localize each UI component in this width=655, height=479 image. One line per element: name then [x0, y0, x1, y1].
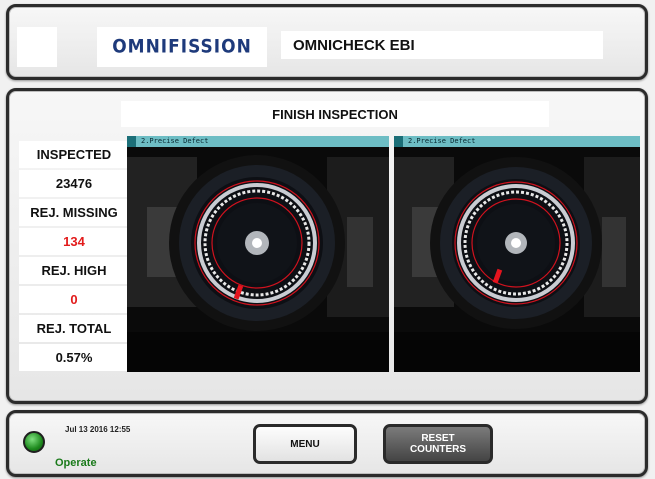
rej-total-value: 0.57%: [19, 344, 129, 371]
rej-high-label: REJ. HIGH: [19, 257, 129, 284]
app-title: OMNICHECK EBI: [293, 36, 415, 54]
reset-counters-button[interactable]: RESET COUNTERS: [383, 424, 493, 464]
camera-1-tag: 2.Precise Defect: [127, 136, 389, 147]
camera-view-2[interactable]: 2.Precise Defect: [394, 136, 640, 372]
camera-view-1[interactable]: 2.Precise Defect: [127, 136, 389, 372]
reset-label-line2: COUNTERS: [409, 444, 467, 455]
camera-2-image: [394, 147, 640, 372]
reset-label-line1: RESET: [421, 433, 455, 444]
menu-button-label: MENU: [290, 438, 320, 450]
section-title-box: FINISH INSPECTION: [121, 101, 549, 127]
rej-high-value: 0: [19, 286, 129, 313]
inspection-panel: FINISH INSPECTION INSPECTED 23476 REJ. M…: [6, 88, 648, 404]
logo-text: OMNIFISSION: [112, 36, 252, 58]
camera-2-tag: 2.Precise Defect: [394, 136, 640, 147]
app-title-box: OMNICHECK EBI: [281, 31, 603, 59]
datetime: Jul 13 2016 12:55: [65, 425, 131, 434]
inspected-label: INSPECTED: [19, 141, 129, 168]
header-panel: OMNIFISSION OMNICHECK EBI: [6, 4, 648, 80]
logo: OMNIFISSION: [97, 27, 267, 67]
rej-missing-value: 134: [19, 228, 129, 255]
section-title: FINISH INSPECTION: [272, 106, 398, 122]
reset-counters-label: RESET COUNTERS: [410, 433, 466, 455]
mode-status: Operate: [55, 457, 97, 469]
footer-panel: Jul 13 2016 12:55 Operate MENU RESET COU…: [6, 410, 648, 477]
camera-1-image: [127, 147, 389, 372]
status-led-icon: [23, 431, 45, 453]
header-blank-box: [17, 27, 57, 67]
inspected-value: 23476: [19, 170, 129, 197]
rej-missing-label: REJ. MISSING: [19, 199, 129, 226]
rej-total-label: REJ. TOTAL: [19, 315, 129, 342]
counters-column: INSPECTED 23476 REJ. MISSING 134 REJ. HI…: [19, 141, 129, 373]
menu-button[interactable]: MENU: [253, 424, 357, 464]
